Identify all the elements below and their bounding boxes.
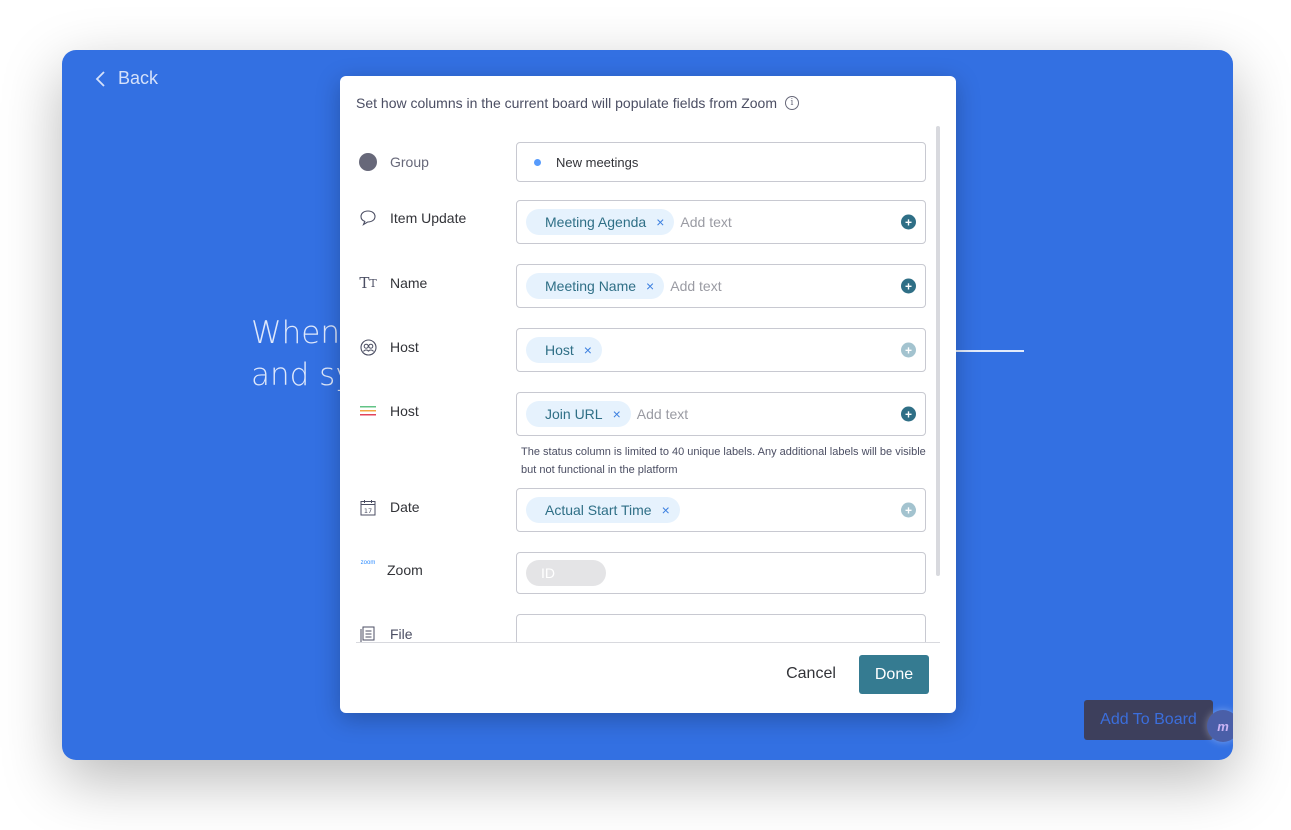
row-label-text: Host [390,403,419,419]
row-label-text: Host [390,339,419,355]
zoom-logo-icon: zoom [360,560,376,566]
row-label-text: Group [390,154,429,170]
people-icon [358,337,378,357]
name-field[interactable]: Meeting Name × Add text + [516,264,926,308]
host-people-field[interactable]: Host × + [516,328,926,372]
column-mapping-dialog: Set how columns in the current board wil… [340,76,956,713]
chip: Host × [526,337,602,363]
back-label: Back [118,68,159,88]
chevron-left-icon [95,70,105,87]
group-color-dot [534,158,541,166]
remove-chip-icon[interactable]: × [656,214,664,230]
calendar-day-text: 17 [364,507,372,515]
dialog-title: Set how columns in the current board wil… [356,95,799,111]
date-field[interactable]: Actual Start Time × + [516,488,926,532]
chip: Actual Start Time × [526,497,680,523]
calendar-icon: 17 [358,497,378,517]
row-label: 17 Date [358,497,420,517]
row-label: Group [358,152,429,172]
footer-divider [356,642,940,643]
add-to-board-button[interactable]: Add To Board [1084,700,1213,740]
add-field-icon[interactable]: + [901,214,916,230]
chip-label: Actual Start Time [545,502,652,518]
add-text-input[interactable]: Add text [680,214,731,230]
row-label: File [358,624,413,642]
row-label-text: Zoom [387,562,423,578]
back-button[interactable]: Back [94,68,158,89]
add-field-icon[interactable]: + [901,406,916,422]
row-label-text: Date [390,499,420,515]
remove-chip-icon[interactable]: × [584,342,592,358]
row-label: Item Update [358,208,466,228]
add-field-icon[interactable]: + [901,342,916,358]
zoom-id-field: ID [516,552,926,594]
headline: When and sy [251,312,354,396]
add-text-input[interactable]: Add text [670,278,721,294]
disabled-chip: ID [526,560,606,586]
row-label: zoom Zoom [358,560,423,580]
row-label-text: File [390,626,413,642]
row-label: TT Name [358,273,427,293]
monday-logo-icon[interactable]: m [1207,710,1233,742]
host-status-field[interactable]: Join URL × Add text + [516,392,926,436]
item-update-field[interactable]: Meeting Agenda × Add text + [516,200,926,244]
cancel-button[interactable]: Cancel [780,656,842,692]
chip-label: Host [545,342,574,358]
group-select[interactable]: New meetings [516,142,926,182]
text-type-icon: TT [359,274,377,292]
remove-chip-icon[interactable]: × [646,278,654,294]
mapping-list: Group New meetings Item Update Meeting A… [340,126,940,642]
add-field-icon[interactable]: + [901,502,916,518]
add-text-input[interactable]: Add text [637,406,688,422]
file-field[interactable] [516,614,926,642]
remove-chip-icon[interactable]: × [613,406,621,422]
add-field-icon[interactable]: + [901,278,916,294]
status-limit-note: The status column is limited to 40 uniqu… [521,446,926,476]
row-label-text: Item Update [390,210,467,226]
row-label: Host [358,337,419,357]
chip-label: ID [541,565,555,581]
row-label: Host [358,401,419,421]
remove-chip-icon[interactable]: × [662,502,670,518]
chip-label: Meeting Agenda [545,214,647,230]
chip-label: Meeting Name [545,278,637,294]
chip: Meeting Agenda × [526,209,675,235]
scrollbar[interactable] [936,126,940,576]
chip: Join URL × [526,401,631,427]
status-lines-icon [358,401,378,421]
chip: Meeting Name × [526,273,665,299]
speech-bubble-icon [358,208,378,228]
done-button[interactable]: Done [859,655,929,694]
group-value: New meetings [556,154,639,170]
dialog-title-text: Set how columns in the current board wil… [356,95,777,111]
headline-line-2: and sy [251,357,354,393]
info-icon[interactable]: i [784,96,799,110]
group-dot-icon [358,152,378,172]
chip-label: Join URL [545,406,603,422]
row-label-text: Name [390,275,428,291]
file-icon [358,624,378,642]
decorative-line [952,350,1024,352]
headline-line-1: When [251,315,341,351]
